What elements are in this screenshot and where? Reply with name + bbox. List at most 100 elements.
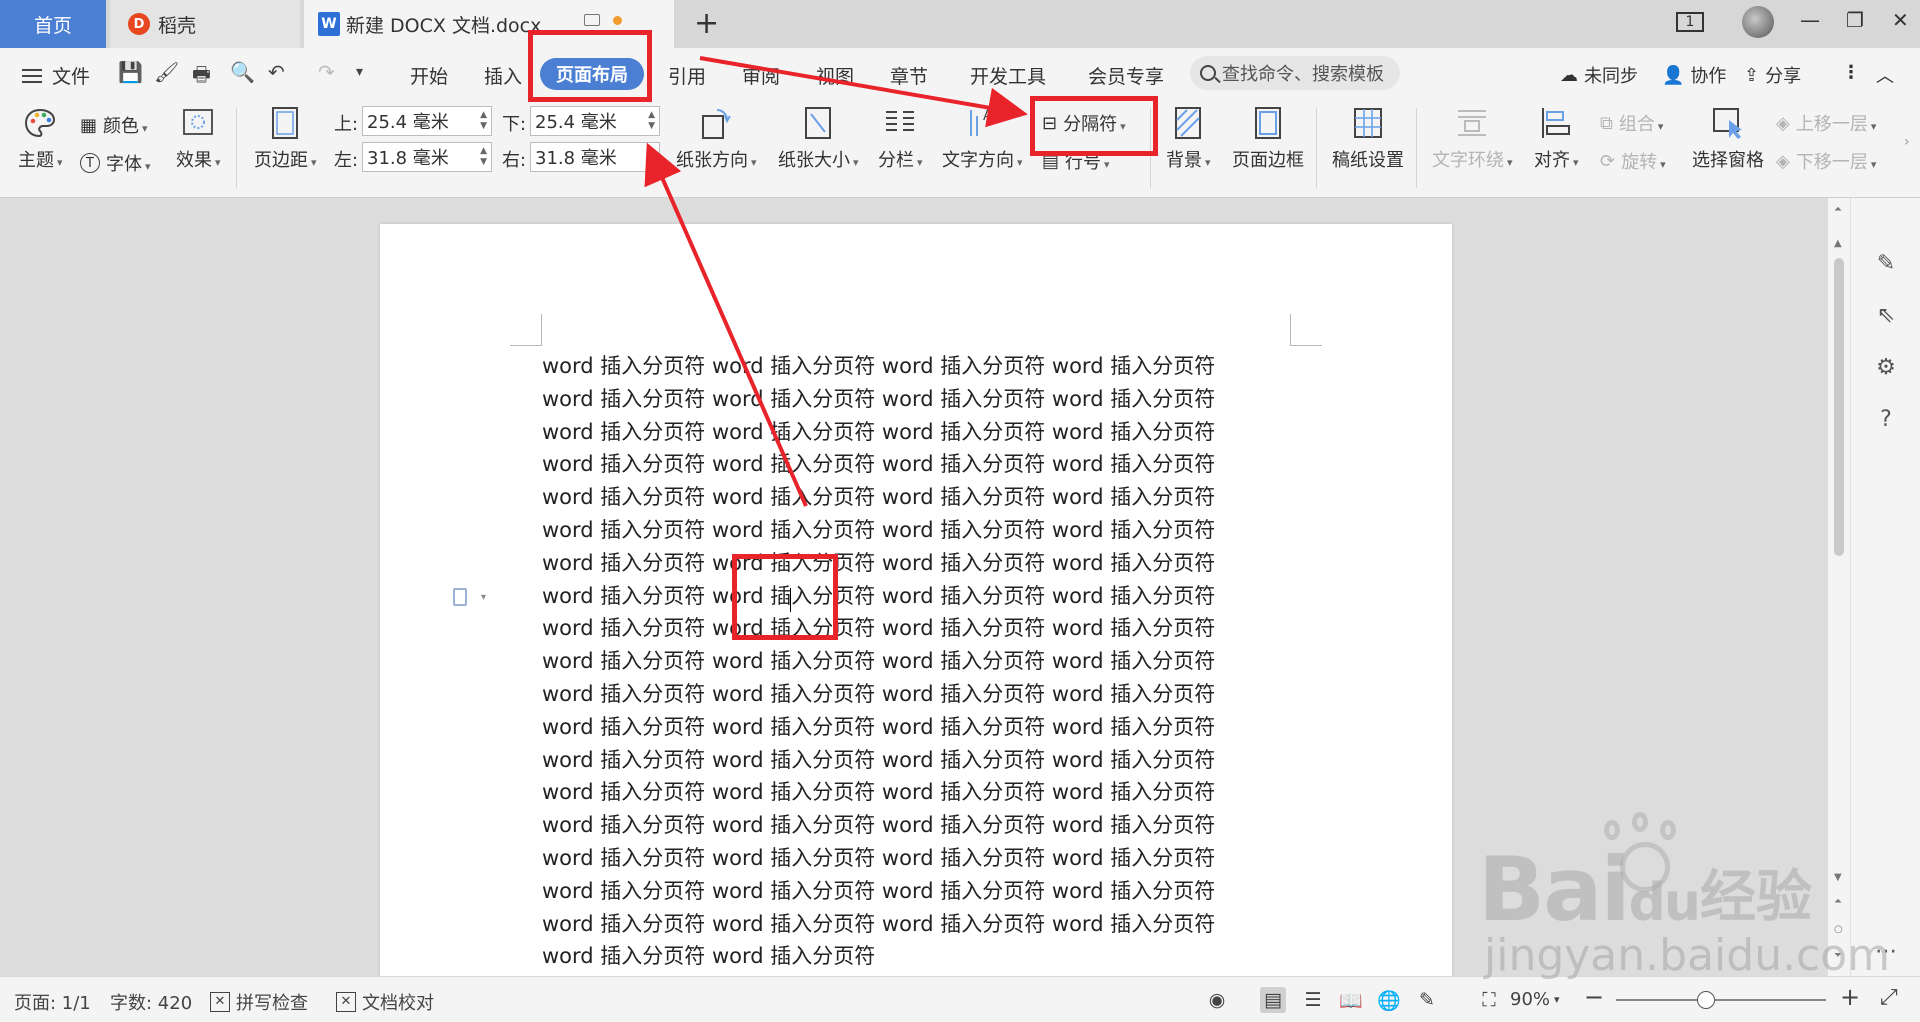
collab-button[interactable]: 👤 协作 [1662, 62, 1726, 88]
manuscript-button[interactable]: 稿纸设置 [1332, 106, 1404, 172]
write-view-icon[interactable]: ✎ [1414, 987, 1440, 1013]
spinner-icon[interactable]: ▲ ▼ [480, 146, 487, 168]
undo-icon[interactable]: ↶ [268, 60, 285, 84]
document-line[interactable]: word 插入分页符 word 插入分页符 word 插入分页符 word 插入… [542, 711, 1302, 744]
select-pane-button[interactable]: 选择窗格 [1692, 106, 1764, 172]
word-count[interactable]: 字数: 420 [110, 989, 192, 1015]
document-line[interactable]: word 插入分页符 word 插入分页符 word 插入分页符 word 插入… [542, 744, 1302, 777]
avatar[interactable] [1742, 6, 1774, 38]
scroll-down-icon[interactable]: ▼ [1834, 872, 1842, 883]
document-line[interactable]: word 插入分页符 word 插入分页符 word 插入分页符 word 插入… [542, 448, 1302, 481]
page-border-button[interactable]: 页面边框 [1232, 106, 1304, 172]
spinner-icon[interactable]: ▲ ▼ [480, 110, 487, 132]
tab-home[interactable]: 首页 [0, 0, 106, 48]
paper-size-button[interactable]: 纸张大小 [778, 106, 859, 172]
zoom-slider[interactable] [1616, 999, 1826, 1001]
document-text[interactable]: word 插入分页符 word 插入分页符 word 插入分页符 word 插入… [542, 350, 1302, 973]
top-margin-field[interactable]: 25.4 毫米 ▲ ▼ [362, 106, 492, 136]
proofread-button[interactable]: ✕ 文档校对 [336, 989, 434, 1015]
zoom-in-button[interactable]: + [1840, 983, 1860, 1011]
effect-button[interactable]: 效果 [176, 106, 221, 172]
more-options-icon[interactable]: ⋮ [1842, 62, 1860, 83]
document-line[interactable]: word 插入分页符 word 插入分页符 word 插入分页符 word 插入… [542, 645, 1302, 678]
document-line[interactable]: word 插入分页符 word 插入分页符 word 插入分页符 word 插入… [542, 612, 1302, 645]
theme-button[interactable]: 主题 [18, 106, 63, 172]
margins-button[interactable]: 页边距 [254, 106, 317, 172]
prev-page-icon[interactable]: ⏶ [1834, 896, 1842, 907]
tab-daoke[interactable]: D 稻壳 [110, 0, 300, 48]
send-backward-button[interactable]: ◈ 下移一层 [1776, 148, 1876, 174]
zoom-out-button[interactable]: − [1584, 983, 1604, 1011]
menu-references[interactable]: 引用 [668, 62, 706, 89]
spell-check-button[interactable]: ✕ 拼写检查 [210, 989, 308, 1015]
zoom-level-dropdown[interactable]: 90% ▾ [1510, 989, 1560, 1010]
bring-forward-button[interactable]: ◈ 上移一层 [1776, 110, 1876, 136]
eye-protection-icon[interactable]: ◉ [1204, 987, 1230, 1013]
cursor-select-icon[interactable]: ⇖ [1873, 302, 1899, 328]
minimize-button[interactable]: — [1800, 8, 1820, 32]
text-direction-button[interactable]: A 文字方向 [942, 106, 1023, 172]
text-wrap-button[interactable]: 文字环绕 [1432, 106, 1513, 172]
save-icon[interactable]: 💾 [118, 60, 143, 84]
document-line[interactable]: word 插入分页符 word 插入分页符 word 插入分页符 word 插入… [542, 908, 1302, 941]
document-line[interactable]: word 插入分页符 word 插入分页符 word 插入分页符 word 插入… [542, 875, 1302, 908]
menu-view[interactable]: 视图 [816, 62, 854, 89]
collapse-ribbon-icon[interactable]: ︿ [1876, 62, 1894, 88]
fullscreen-icon[interactable]: ⤢ [1880, 985, 1898, 1010]
restore-button[interactable]: ❐ [1846, 8, 1864, 32]
spinner-icon[interactable]: ▲ ▼ [648, 146, 655, 168]
document-line[interactable]: word 插入分页符 word 插入分页符 word 插入分页符 word 插入… [542, 547, 1302, 580]
document-line[interactable]: word 插入分页符 word 插入分页符 word 插入分页符 word 插入… [542, 678, 1302, 711]
group-button[interactable]: ⧉ 组合 [1600, 110, 1663, 136]
zoom-slider-handle[interactable] [1697, 991, 1715, 1009]
page-indicator[interactable]: 页面: 1/1 [14, 989, 91, 1015]
document-line[interactable]: word 插入分页符 word 插入分页符 word 插入分页符 word 插入… [542, 481, 1302, 514]
help-icon[interactable]: ? [1873, 406, 1899, 432]
reading-view-icon[interactable]: 📖 [1338, 987, 1364, 1013]
ribbon-scroll-right-icon[interactable]: › [1904, 134, 1910, 150]
scroll-up-icon[interactable]: ▲ [1834, 238, 1842, 249]
fit-page-icon[interactable]: ⛶ [1476, 987, 1502, 1013]
quick-access-dropdown-icon[interactable]: ▾ [356, 64, 363, 80]
color-button[interactable]: ▦ 颜色 [80, 112, 148, 138]
monitor-icon[interactable] [584, 14, 600, 26]
orientation-button[interactable]: 纸张方向 [676, 106, 757, 172]
right-margin-field[interactable]: 31.8 毫米 ▲ ▼ [530, 142, 660, 172]
bottom-margin-field[interactable]: 25.4 毫米 ▲ ▼ [530, 106, 660, 136]
menu-review[interactable]: 审阅 [742, 62, 780, 89]
page-view-icon[interactable]: ▤ [1260, 987, 1286, 1013]
background-button[interactable]: 背景 [1166, 106, 1211, 172]
print-icon[interactable]: 🖶 [192, 60, 211, 94]
close-button[interactable]: ✕ [1892, 8, 1909, 32]
left-margin-field[interactable]: 31.8 毫米 ▲ ▼ [362, 142, 492, 172]
columns-button[interactable]: 分栏 [878, 106, 923, 172]
document-line[interactable]: word 插入分页符 word 插入分页符 word 插入分页符 word 插入… [542, 416, 1302, 449]
menu-start[interactable]: 开始 [410, 62, 448, 89]
settings-sliders-icon[interactable]: ⚙ [1873, 354, 1899, 380]
menu-chapter[interactable]: 章节 [890, 62, 928, 89]
outline-view-icon[interactable]: ☰ [1300, 987, 1326, 1013]
search-input[interactable]: 查找命令、搜索模板 [1190, 56, 1400, 90]
paragraph-dropdown-icon[interactable]: ▾ [481, 592, 486, 603]
redo-icon[interactable]: ↷ [318, 60, 335, 84]
menu-insert[interactable]: 插入 [484, 62, 522, 89]
document-line[interactable]: word 插入分页符 word 插入分页符 word 插入分页符 word 插入… [542, 383, 1302, 416]
spinner-icon[interactable]: ▲ ▼ [648, 110, 655, 132]
document-line[interactable]: word 插入分页符 word 插入分页符 word 插入分页符 word 插入… [542, 842, 1302, 875]
document-line[interactable]: word 插入分页符 word 插入分页符 word 插入分页符 word 插入… [542, 776, 1302, 809]
document-line[interactable]: word 插入分页符 word 插入分页符 word 插入分页符 word 插入… [542, 350, 1302, 383]
menu-member[interactable]: 会员专享 [1088, 62, 1164, 89]
scrollbar-thumb[interactable] [1834, 258, 1844, 556]
new-tab-button[interactable]: + [694, 6, 719, 41]
rotate-button[interactable]: ⟳ 旋转 [1600, 148, 1666, 174]
document-page[interactable]: word 插入分页符 word 插入分页符 word 插入分页符 word 插入… [380, 224, 1452, 984]
document-line[interactable]: word 插入分页符 word 插入分页符 word 插入分页符 word 插入… [542, 809, 1302, 842]
document-line[interactable]: word 插入分页符 word 插入分页符 word 插入分页符 word 插入… [542, 514, 1302, 547]
menu-developer[interactable]: 开发工具 [970, 62, 1046, 89]
pen-icon[interactable]: ✎ [1873, 250, 1899, 276]
print-preview-icon[interactable]: 🔍 [230, 60, 255, 84]
sync-button[interactable]: ☁ 未同步 [1560, 62, 1638, 88]
format-painter-icon[interactable]: 🖌 [154, 60, 179, 84]
scroll-top-icon[interactable]: ⏶ [1834, 204, 1842, 215]
paragraph-layout-icon[interactable] [453, 588, 467, 606]
